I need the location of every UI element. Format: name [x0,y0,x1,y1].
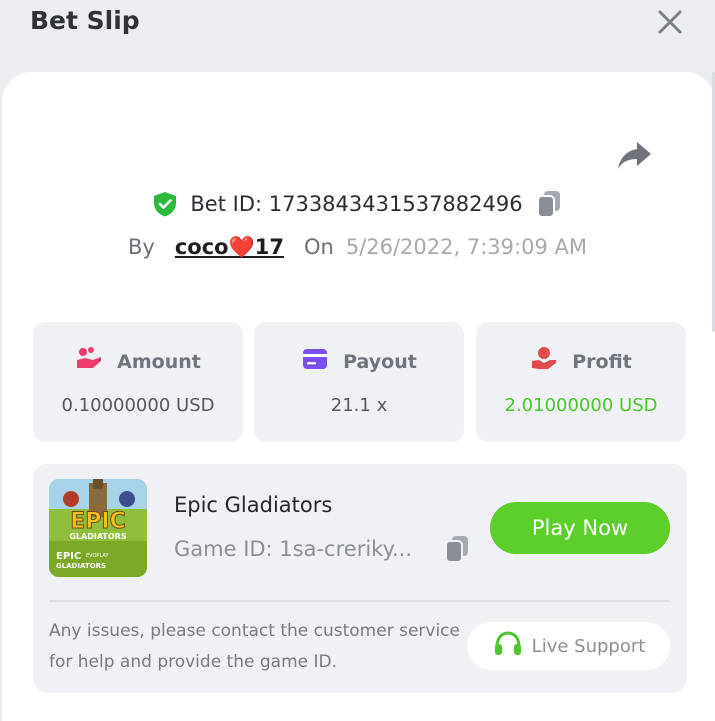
bet-id: Bet ID: 1733843431537882496 [190,192,523,216]
game-id: Game ID: 1sa-creriky... [174,537,413,561]
close-icon[interactable] [656,8,684,36]
profit-hand-icon [530,346,558,377]
game-card: EPIC GLADIATORS EPIC EVOPLAY GLADIATORS … [33,464,687,693]
headset-icon [492,629,524,663]
header-bar: Bet Slip [0,0,715,70]
username-link[interactable]: coco❤️17 [175,235,284,260]
thumb-subtitle: GLADIATORS [69,532,126,541]
live-support-label: Live Support [531,635,646,657]
card-icon [301,346,329,377]
profit-value: 2.01000000 USD [504,395,658,416]
game-name[interactable]: Epic Gladiators [174,493,332,517]
amount-value: 0.10000000 USD [61,395,215,416]
payout-value: 21.1 x [330,395,388,416]
payout-header: Payout [254,346,464,377]
live-support-button[interactable]: Live Support [467,622,670,670]
thumb-small-title: EPIC [56,551,81,562]
thumb-title: EPIC [70,509,125,534]
help-text: Any issues, please contact the customer … [49,621,460,672]
bet-datetime: 5/26/2022, 7:39:09 AM [345,235,587,259]
coins-hand-icon [75,346,103,377]
play-now-button[interactable]: Play Now [490,502,670,554]
on-label: On [303,235,334,259]
game-thumbnail[interactable]: EPIC GLADIATORS EPIC EVOPLAY GLADIATORS [49,479,147,577]
payout-card: Payout 21.1 x [254,322,464,442]
profit-card: Profit 2.01000000 USD [476,322,686,442]
bet-id-row: Bet ID: 1733843431537882496 [0,186,715,222]
amount-label: Amount [117,350,201,373]
payout-label: Payout [343,350,417,373]
profit-label: Profit [572,350,632,373]
profit-header: Profit [476,346,686,377]
copy-icon[interactable] [535,189,563,219]
by-label: By [128,235,155,259]
thumb-brand: EVOPLAY [86,553,109,559]
divider [49,600,670,602]
page-title: Bet Slip [30,6,140,35]
bet-author-row: By coco❤️17 On 5/26/2022, 7:39:09 AM [0,230,715,264]
share-icon[interactable] [617,139,653,171]
amount-card: Amount 0.10000000 USD [33,322,243,442]
amount-header: Amount [33,346,243,377]
thumb-small-subtitle: GLADIATORS [56,562,106,570]
shield-check-icon [152,191,178,217]
copy-icon[interactable] [443,534,471,564]
